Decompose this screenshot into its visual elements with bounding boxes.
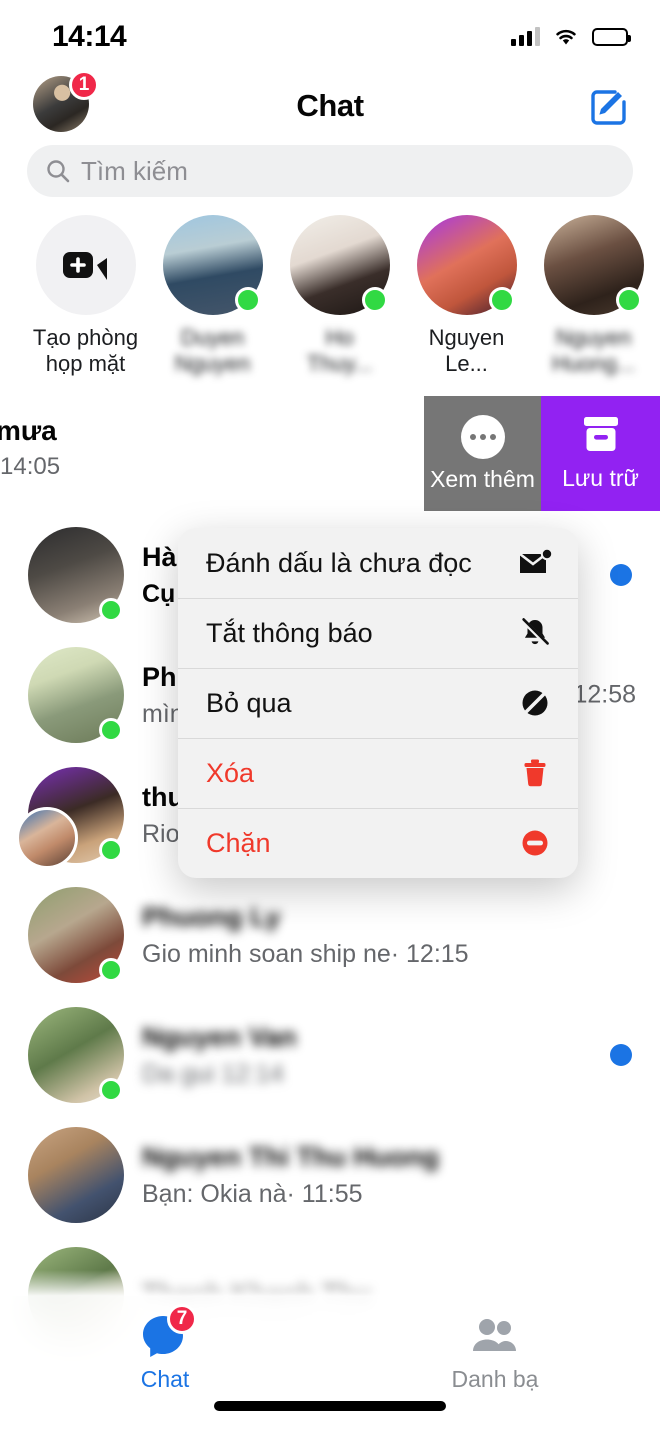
compose-icon[interactable] — [588, 86, 630, 128]
chat-item-text: Nguyen Van Da gui 12:14 — [142, 1022, 660, 1089]
envelope-unread-icon — [518, 546, 552, 580]
circle-slash-icon — [518, 686, 552, 720]
active-contact[interactable]: Nguyen Huong... — [530, 215, 657, 385]
swipe-action-panel: Xem thêm Lưu trữ — [424, 396, 660, 511]
unread-dot — [610, 564, 632, 586]
tab-contacts[interactable]: Danh bạ — [405, 1312, 585, 1393]
swipe-more-label: Xem thêm — [430, 465, 535, 492]
secondary-avatar — [16, 807, 78, 869]
context-menu-item-label: Xóa — [206, 757, 255, 788]
archive-box-icon — [581, 415, 621, 458]
avatar — [289, 215, 390, 315]
avatar — [28, 887, 124, 983]
chat-item-time: 12:58 — [573, 680, 636, 709]
swiped-chat-row-remnant: mưa 14:05 — [0, 415, 420, 481]
home-indicator — [214, 1401, 446, 1411]
context-menu-item-label: Đánh dấu là chưa đọc — [206, 547, 472, 578]
chat-item-text: Phuong Ly Gio minh soan ship ne· 12:15 — [142, 902, 660, 969]
tab-contacts-label: Danh bạ — [451, 1366, 539, 1392]
chat-list-item[interactable]: Phuong Ly Gio minh soan ship ne· 12:15 — [0, 875, 660, 995]
chat-item-snippet: Bạn: Okia nà· 11:55 — [142, 1179, 363, 1208]
trash-icon — [518, 756, 552, 790]
swipe-archive-label: Lưu trữ — [562, 465, 639, 491]
chat-list-item[interactable]: Nguyen Van Da gui 12:14 — [0, 995, 660, 1115]
cellular-bars-icon — [511, 26, 540, 46]
chat-item-snippet: Gio minh soan ship ne· 12:15 — [142, 939, 469, 968]
swipe-archive-button[interactable]: Lưu trữ — [541, 396, 660, 511]
context-menu-item-delete[interactable]: Xóa — [178, 738, 578, 808]
block-icon — [518, 826, 552, 860]
active-contact-name: Nguyen Le... — [428, 325, 505, 376]
chat-item-snippet: Da gui 12:14 — [142, 1059, 284, 1088]
avatar — [543, 215, 644, 315]
context-menu-item-label: Tắt thông báo — [206, 617, 373, 648]
avatar — [28, 1007, 124, 1103]
create-room-label-line1: Tạo phòng — [32, 325, 139, 350]
online-dot — [99, 838, 123, 862]
online-dot — [99, 598, 123, 622]
context-menu-item-block[interactable]: Chặn — [178, 808, 578, 878]
online-dot — [99, 958, 123, 982]
status-bar: 14:14 — [0, 0, 660, 70]
swiped-row-title: mưa — [0, 415, 57, 446]
online-dot — [361, 287, 388, 313]
context-menu-item-mute[interactable]: Tắt thông báo — [178, 598, 578, 668]
avatar — [28, 527, 124, 623]
unread-dot — [610, 1044, 632, 1066]
active-contact-name: Duyen Nguyen — [174, 325, 251, 376]
active-contact-name: Nguyen Huong... — [551, 325, 636, 376]
swipe-more-button[interactable]: Xem thêm — [424, 396, 541, 511]
context-menu-item-label: Chặn — [206, 827, 271, 858]
chat-bubble-icon: 7 — [139, 1304, 197, 1360]
chat-list-item[interactable]: Nguyen Thi Thu Huong Bạn: Okia nà· 11:55 — [0, 1115, 660, 1235]
tab-chat-label: Chat — [140, 1366, 190, 1392]
ellipsis-icon — [460, 414, 505, 459]
tab-chat[interactable]: 7 Chat — [75, 1304, 255, 1393]
swiped-row-time: 14:05 — [0, 453, 61, 480]
chat-item-name: Nguyen Thi Thu Huong — [142, 1141, 439, 1172]
avatar — [28, 647, 124, 743]
online-dot — [615, 287, 642, 313]
wifi-icon — [553, 26, 579, 46]
status-bar-icons — [511, 26, 631, 46]
context-menu-item-label: Bỏ qua — [206, 687, 292, 718]
chat-item-name: Phuong Ly — [142, 901, 281, 932]
avatar — [28, 1127, 124, 1223]
avatar — [416, 215, 517, 315]
battery-icon — [592, 28, 631, 46]
messenger-chat-screen: 14:14 1 Chat Tìm kiếm Tạo phòng họp mặt … — [0, 0, 660, 1429]
create-room-label: Tạo phòng họp mặt — [24, 325, 148, 376]
search-placeholder: Tìm kiếm — [81, 155, 188, 186]
create-room-label-line2: họp mặt — [45, 350, 126, 376]
avatar — [16, 767, 124, 869]
context-menu-item-mark-unread[interactable]: Đánh dấu là chưa đọc — [178, 528, 578, 598]
active-contact[interactable]: Ho Thuy... — [276, 215, 403, 385]
bottom-tab-bar: 7 Chat Danh bạ — [0, 1296, 660, 1429]
online-dot — [234, 287, 261, 313]
app-header: 1 Chat — [0, 70, 660, 142]
active-contacts-row[interactable]: Tạo phòng họp mặt Duyen Nguyen Ho Thuy..… — [0, 215, 660, 385]
context-menu: Đánh dấu là chưa đọc Tắt thông báo Bỏ qu… — [178, 528, 578, 878]
online-dot — [488, 287, 515, 313]
online-dot — [99, 718, 123, 742]
people-icon — [469, 1312, 521, 1360]
page-title: Chat — [296, 88, 364, 123]
video-plus-icon — [35, 215, 136, 315]
bell-slash-icon — [518, 616, 552, 650]
online-dot — [99, 1078, 123, 1102]
active-contact[interactable]: Duyen Nguyen — [149, 215, 276, 385]
context-menu-item-ignore[interactable]: Bỏ qua — [178, 668, 578, 738]
active-contact-name: Ho Thuy... — [306, 325, 373, 376]
avatar — [162, 215, 263, 315]
create-room-button[interactable]: Tạo phòng họp mặt — [22, 215, 149, 385]
search-icon — [45, 158, 71, 184]
tab-chat-badge: 7 — [167, 1304, 197, 1334]
chat-item-name: Nguyen Van — [142, 1021, 297, 1052]
status-bar-time: 14:14 — [52, 20, 127, 53]
chat-item-text: Nguyen Thi Thu Huong Bạn: Okia nà· 11:55 — [142, 1142, 660, 1209]
active-contact[interactable]: Nguyen Le... — [403, 215, 530, 385]
search-input[interactable]: Tìm kiếm — [27, 145, 633, 197]
